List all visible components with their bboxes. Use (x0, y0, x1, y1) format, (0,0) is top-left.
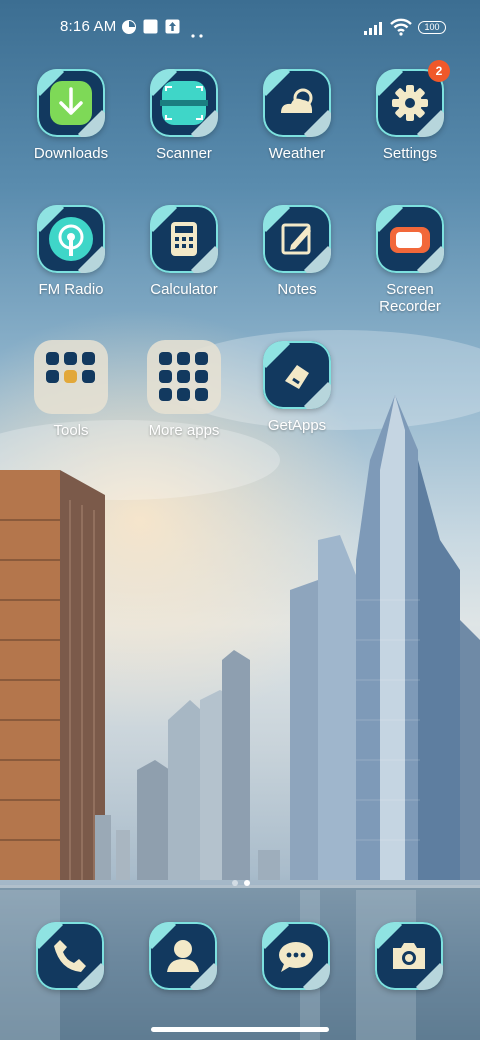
status-time: 8:16 AM (60, 18, 117, 35)
app-label-notes: Notes (277, 281, 317, 298)
dock-contacts[interactable] (149, 922, 217, 990)
square-notification-icon (143, 19, 158, 39)
app-label-weather: Weather (268, 145, 326, 162)
calculator-icon[interactable] (150, 205, 218, 273)
app-fm-radio[interactable]: FM Radio (15, 205, 127, 298)
screen-recorder-icon[interactable] (376, 205, 444, 273)
contacts-icon[interactable] (149, 922, 217, 990)
app-label-more-apps: More apps (148, 422, 220, 439)
camera-icon[interactable] (375, 922, 443, 990)
app-screen-recorder[interactable]: Screen Recorder (354, 205, 466, 315)
app-label-downloads: Downloads (33, 145, 109, 162)
app-notification-icon (121, 19, 137, 40)
radio-icon[interactable] (37, 205, 105, 273)
download-icon[interactable] (37, 69, 105, 137)
app-settings[interactable]: Settings (354, 69, 466, 162)
folder-more-apps[interactable]: More apps (128, 340, 240, 439)
folder-tools[interactable]: Tools (15, 340, 127, 439)
status-bar: 8:16 AM 100 (0, 0, 480, 56)
home-indicator[interactable] (151, 1027, 329, 1032)
notification-badge: 2 (428, 60, 450, 82)
app-label-fm-radio: FM Radio (38, 281, 104, 298)
app-notes[interactable]: Notes (241, 205, 353, 298)
more-dots-icon (191, 25, 205, 43)
signal-icon (364, 21, 386, 40)
app-label-getapps: GetApps (267, 417, 327, 434)
app-label-tools: Tools (53, 422, 89, 439)
app-label-settings: Settings (382, 145, 438, 162)
scanner-icon[interactable] (150, 69, 218, 137)
folder-icon[interactable] (34, 340, 108, 414)
dock-phone[interactable] (36, 922, 104, 990)
app-label-screen-recorder: Screen Recorder (379, 281, 441, 315)
app-getapps[interactable]: GetApps (241, 341, 353, 434)
page-indicator-dot-1[interactable] (232, 880, 238, 886)
app-scanner[interactable]: Scanner (128, 69, 240, 162)
weather-icon[interactable] (263, 69, 331, 137)
app-downloads[interactable]: Downloads (15, 69, 127, 162)
app-label-calculator: Calculator (150, 281, 218, 298)
page-indicator-dot-2[interactable] (244, 880, 250, 886)
upload-notification-icon (165, 19, 180, 39)
phone-icon[interactable] (36, 922, 104, 990)
dock-messages[interactable] (262, 922, 330, 990)
notes-icon[interactable] (263, 205, 331, 273)
app-label-scanner: Scanner (156, 145, 212, 162)
battery-icon: 100 (418, 21, 446, 34)
app-calculator[interactable]: Calculator (128, 205, 240, 298)
messages-icon[interactable] (262, 922, 330, 990)
folder-icon[interactable] (147, 340, 221, 414)
app-weather[interactable]: Weather (241, 69, 353, 162)
dock-camera[interactable] (375, 922, 443, 990)
wifi-icon (390, 18, 412, 41)
getapps-icon[interactable] (263, 341, 331, 409)
